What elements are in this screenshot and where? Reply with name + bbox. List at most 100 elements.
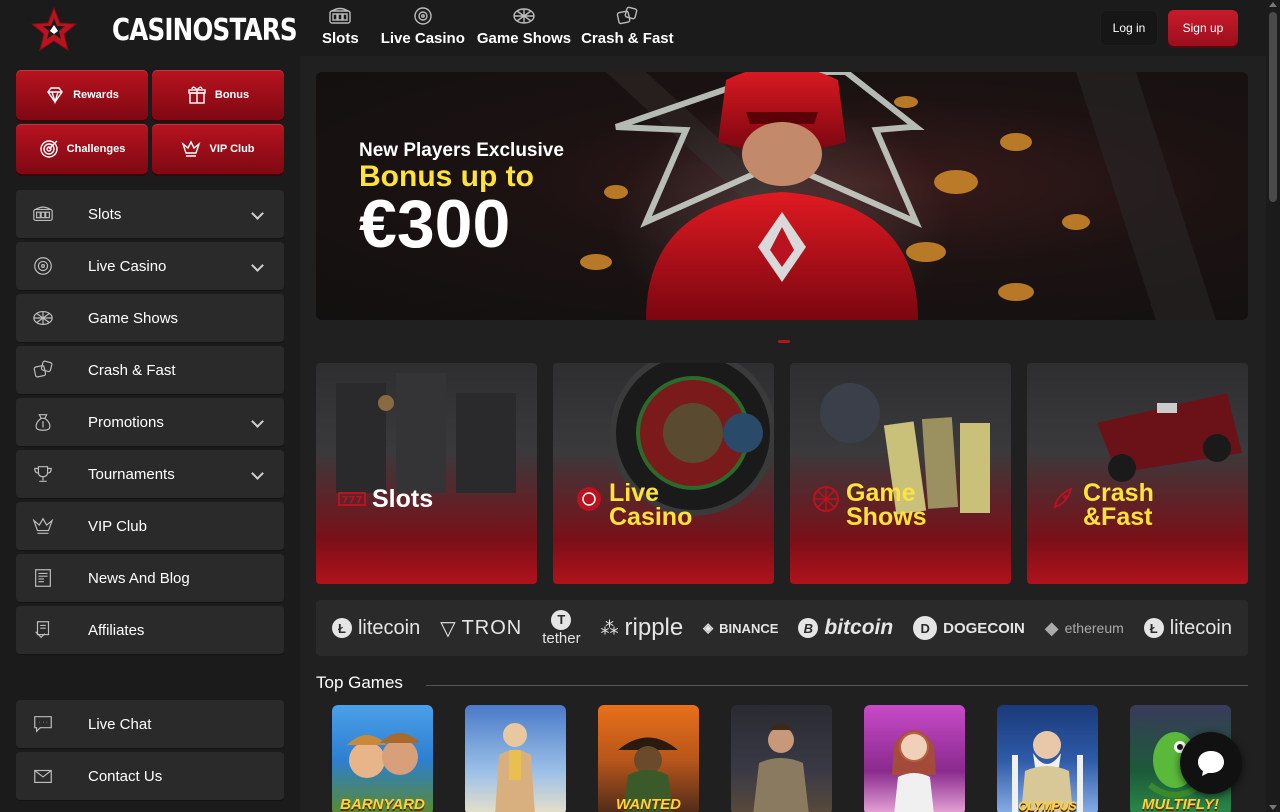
- category-cards: 777 Slots Live Casino Game Shows Crash &Fas…: [316, 363, 1248, 584]
- litecoin-icon: Ł: [1143, 618, 1164, 638]
- sidebar-item-label: Game Shows: [88, 309, 179, 327]
- page-scrollbar[interactable]: [1266, 0, 1280, 812]
- game-art: [1012, 731, 1083, 812]
- challenges-label: Challenges: [66, 143, 126, 155]
- crypto-label: litecoin: [357, 616, 421, 639]
- roulette-chip-icon: [577, 487, 601, 511]
- category-live-casino[interactable]: Live Casino: [553, 363, 774, 584]
- game-tile-gentleman[interactable]: [731, 705, 832, 812]
- tron-icon: ▽: [440, 617, 456, 640]
- slot-machine-icon: [329, 7, 352, 24]
- sidebar-item-news-blog[interactable]: News And Blog: [16, 554, 284, 602]
- money-bag-icon: [35, 414, 51, 431]
- sidebar-item-contact-us[interactable]: Contact Us: [16, 752, 284, 800]
- hero-banner[interactable]: New Players Exclusive Bonus up to €300: [316, 72, 1248, 320]
- category-title: Slots: [372, 485, 434, 513]
- category-slots[interactable]: 777 Slots: [316, 363, 537, 584]
- sidebar-item-crash-fast[interactable]: Crash & Fast: [16, 346, 284, 394]
- bonus-button[interactable]: Bonus: [152, 70, 284, 120]
- section-divider: [426, 685, 1248, 686]
- sidebar-item-label: VIP Club: [88, 517, 147, 535]
- hero-text: New Players Exclusive Bonus up to €300: [359, 140, 564, 258]
- game-tile-barnyard[interactable]: BARNYARD: [332, 705, 433, 812]
- game-tile-zeus[interactable]: [465, 705, 566, 812]
- game-title: OLYMPUS: [1018, 799, 1077, 812]
- crown-icon: [32, 517, 54, 534]
- login-button[interactable]: Log in: [1100, 10, 1158, 46]
- sidebar-item-live-chat[interactable]: Live Chat: [16, 700, 284, 748]
- star-logo-icon: [30, 6, 78, 52]
- crypto-dogecoin: D DOGECOIN: [913, 616, 1025, 640]
- crypto-binance: ◈ BINANCE: [703, 620, 778, 636]
- game-art: [495, 723, 535, 812]
- scroll-up-icon[interactable]: [1269, 2, 1277, 7]
- topnav-label: Live Casino: [380, 30, 465, 47]
- trophy-icon: [34, 466, 52, 482]
- sidebar-item-label: Live Chat: [88, 715, 152, 733]
- scroll-down-icon[interactable]: [1269, 805, 1277, 810]
- sidebar-item-label: News And Blog: [88, 569, 190, 587]
- crypto-label: ethereum: [1064, 620, 1124, 636]
- wheel-icon: [33, 310, 53, 326]
- dice-icon: [617, 6, 638, 25]
- topnav-slots[interactable]: Slots: [318, 6, 363, 47]
- sidebar-item-promotions[interactable]: Promotions: [16, 398, 284, 446]
- mail-icon: [34, 769, 52, 784]
- rewards-button[interactable]: Rewards: [16, 70, 148, 120]
- header: CASINOSTARS Slots Live Casino Game Shows…: [0, 0, 1266, 56]
- litecoin-icon: Ł: [331, 618, 352, 638]
- game-tile-wanted[interactable]: WANTED: [598, 705, 699, 812]
- topnav-label: Slots: [322, 30, 359, 47]
- challenges-button[interactable]: Challenges: [16, 124, 148, 174]
- category-crash-fast[interactable]: Crash &Fast: [1027, 363, 1248, 584]
- gift-icon: [188, 86, 206, 104]
- crypto-litecoin: Łlitecoin: [331, 616, 421, 640]
- chevron-down-icon[interactable]: [251, 207, 264, 220]
- sidebar-item-game-shows[interactable]: Game Shows: [16, 294, 284, 342]
- chevron-down-icon[interactable]: [251, 259, 264, 272]
- chevron-down-icon[interactable]: [251, 467, 264, 480]
- sidebar-item-vip-club[interactable]: VIP Club: [16, 502, 284, 550]
- scroll-thumb[interactable]: [1269, 12, 1277, 202]
- casino-app: CASINOSTARS Slots Live Casino Game Shows…: [0, 0, 1280, 812]
- game-art: [892, 730, 936, 812]
- 777-icon: 777: [338, 492, 366, 506]
- sidebar-item-live-casino[interactable]: Live Casino: [16, 242, 284, 290]
- newspaper-icon: [35, 569, 51, 587]
- game-tile-olympus[interactable]: OLYMPUS: [997, 705, 1098, 812]
- carousel-indicator[interactable]: [778, 340, 790, 343]
- top-games-title: Top Games: [316, 673, 403, 692]
- topnav-crash-fast[interactable]: Crash & Fast: [577, 6, 678, 47]
- crypto-label: DOGECOIN: [943, 619, 1025, 637]
- category-game-shows[interactable]: Game Shows: [790, 363, 1011, 584]
- topnav-live-casino[interactable]: Live Casino: [377, 6, 469, 47]
- sidebar-item-tournaments[interactable]: Tournaments: [16, 450, 284, 498]
- logo[interactable]: CASINOSTARS: [30, 6, 337, 54]
- vip-club-button[interactable]: VIP Club: [152, 124, 284, 174]
- sidebar-item-label: Slots: [88, 205, 122, 223]
- chevron-down-icon[interactable]: [251, 415, 264, 428]
- live-chat-widget[interactable]: [1180, 732, 1242, 794]
- chat-icon: [34, 716, 52, 733]
- hero-subtitle: New Players Exclusive: [359, 140, 564, 161]
- sidebar-item-label: Affiliates: [88, 621, 145, 639]
- sidebar-item-slots[interactable]: Slots: [16, 190, 284, 238]
- game-tile-anime[interactable]: [864, 705, 965, 812]
- crypto-label: tether: [542, 629, 581, 647]
- signup-button[interactable]: Sign up: [1168, 10, 1238, 46]
- crypto-label: bitcoin: [824, 616, 894, 639]
- slot-machine-icon: [33, 206, 53, 222]
- bonus-label: Bonus: [214, 89, 250, 101]
- dice-icon: [33, 360, 53, 378]
- sidebar-item-label: Crash & Fast: [88, 361, 176, 379]
- category-title: Crash &Fast: [1083, 479, 1154, 531]
- sidebar-item-affiliates[interactable]: Affiliates: [16, 606, 284, 654]
- crypto-tether: Ttether: [542, 609, 581, 647]
- category-title: Live Casino: [609, 479, 693, 531]
- game-title: MULTIFLY!: [1142, 796, 1219, 812]
- dogecoin-icon: D: [913, 616, 938, 640]
- topnav-game-shows[interactable]: Game Shows: [473, 6, 575, 47]
- tether-icon: T: [551, 609, 572, 630]
- main-content: New Players Exclusive Bonus up to €300 7…: [300, 56, 1266, 812]
- top-games-list: BARNYARD WANTED OLYMPUS MULTIFLY!: [332, 705, 1231, 812]
